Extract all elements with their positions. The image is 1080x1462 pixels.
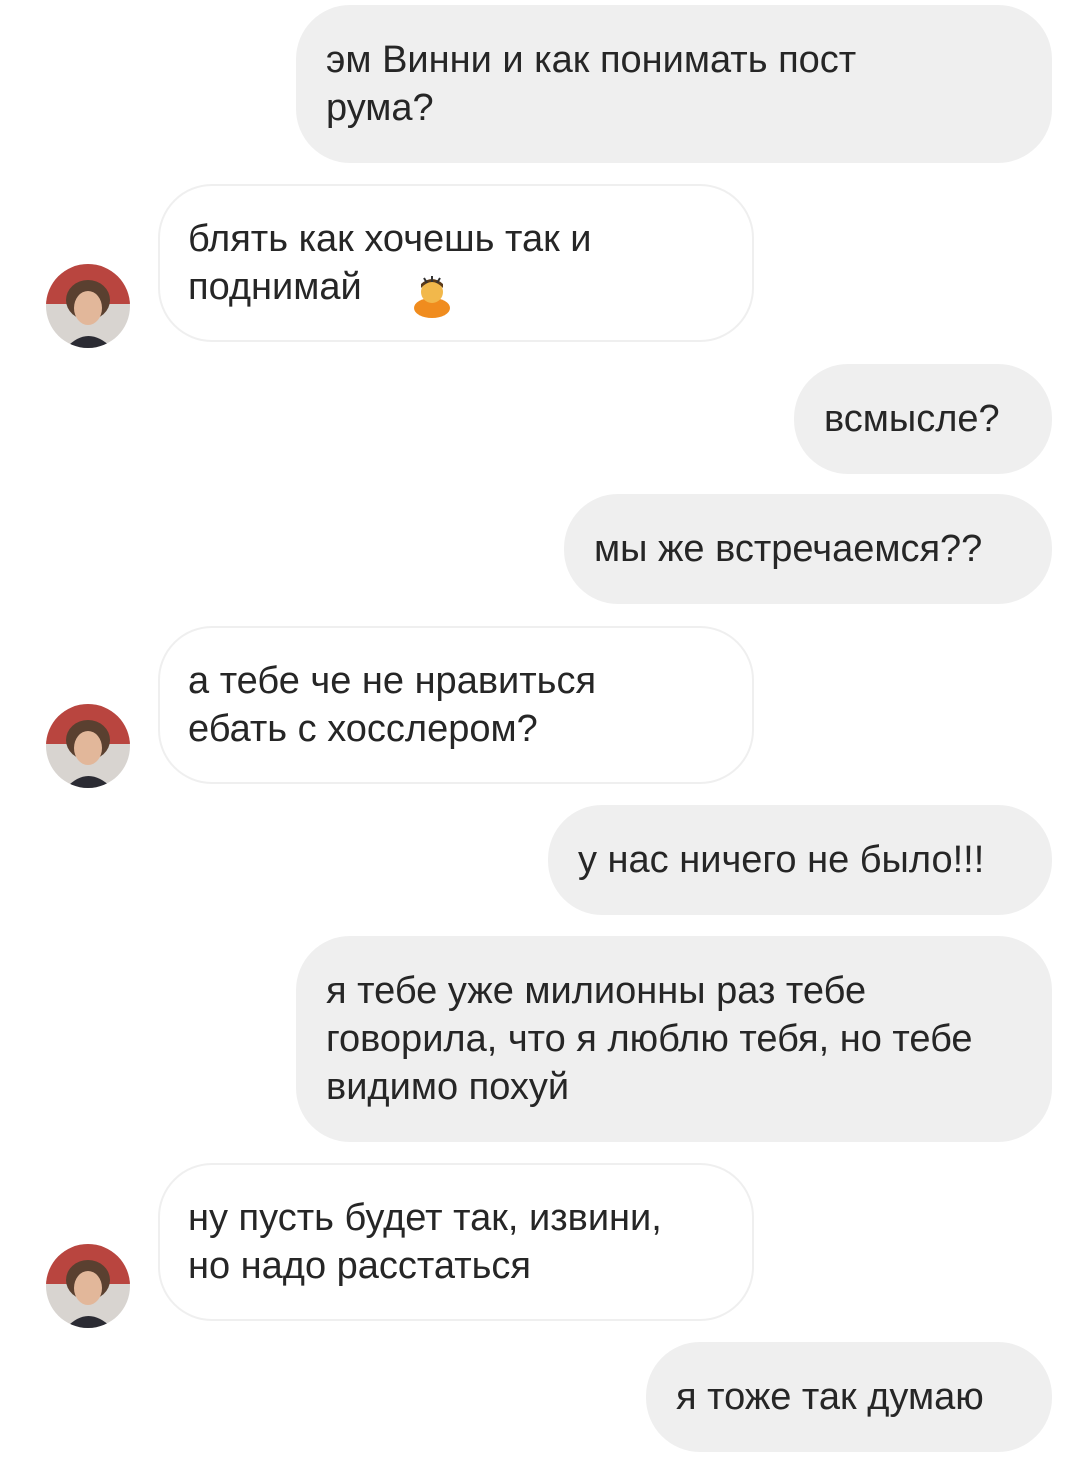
message-text: блять как хочешь так и поднимай <box>188 218 592 308</box>
avatar-photo-icon <box>46 1244 130 1328</box>
message-incoming[interactable]: а тебе че не нравиться ебать с хосслером… <box>158 626 754 784</box>
message-outgoing[interactable]: у нас ничего не было!!! <box>548 805 1052 915</box>
avatar-photo-icon <box>46 704 130 788</box>
message-outgoing[interactable]: всмысле? <box>794 364 1052 474</box>
message-outgoing[interactable]: мы же встречаемся?? <box>564 494 1052 604</box>
message-outgoing[interactable]: я тоже так думаю <box>646 1342 1052 1452</box>
avatar[interactable] <box>46 264 130 348</box>
message-outgoing[interactable]: эм Винни и как понимать пост рума? <box>296 5 1052 163</box>
avatar-photo-icon <box>46 264 130 348</box>
avatar[interactable] <box>46 704 130 788</box>
avatar[interactable] <box>46 1244 130 1328</box>
message-incoming[interactable]: блять как хочешь так и поднимай <box>158 184 754 342</box>
message-outgoing[interactable]: я тебе уже милионны раз тебе говорила, ч… <box>296 936 1052 1142</box>
message-incoming[interactable]: ну пусть будет так, извини, но надо расс… <box>158 1163 754 1321</box>
person-gesturing-no-icon <box>414 276 450 318</box>
